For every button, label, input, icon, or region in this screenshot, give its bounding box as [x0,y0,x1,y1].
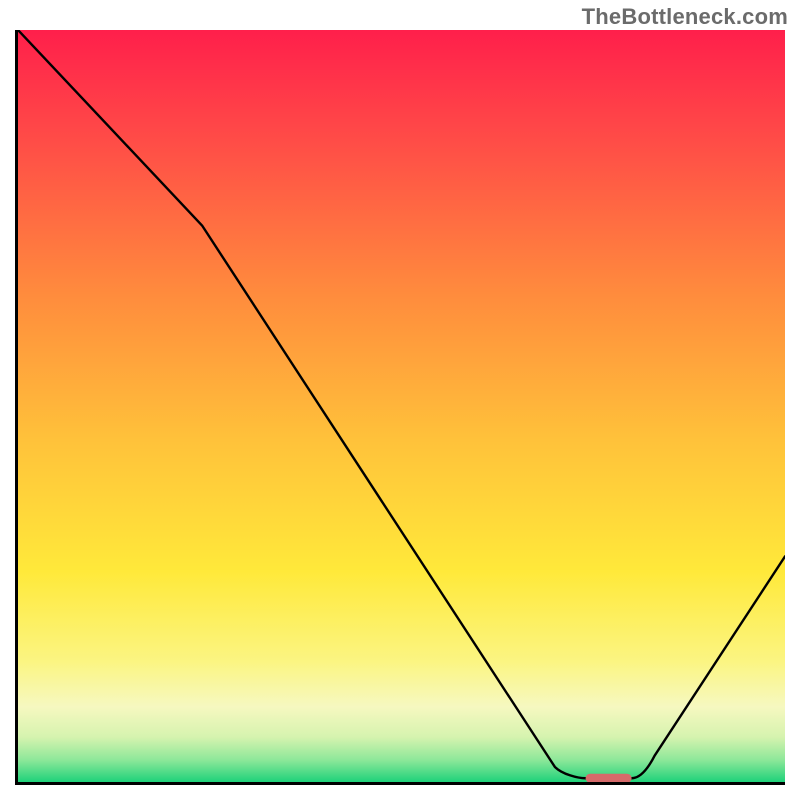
curve-path [18,30,785,778]
curve-layer [18,30,785,782]
plot-area [15,30,785,785]
min-marker [586,774,632,782]
watermark-text: TheBottleneck.com [582,4,788,30]
